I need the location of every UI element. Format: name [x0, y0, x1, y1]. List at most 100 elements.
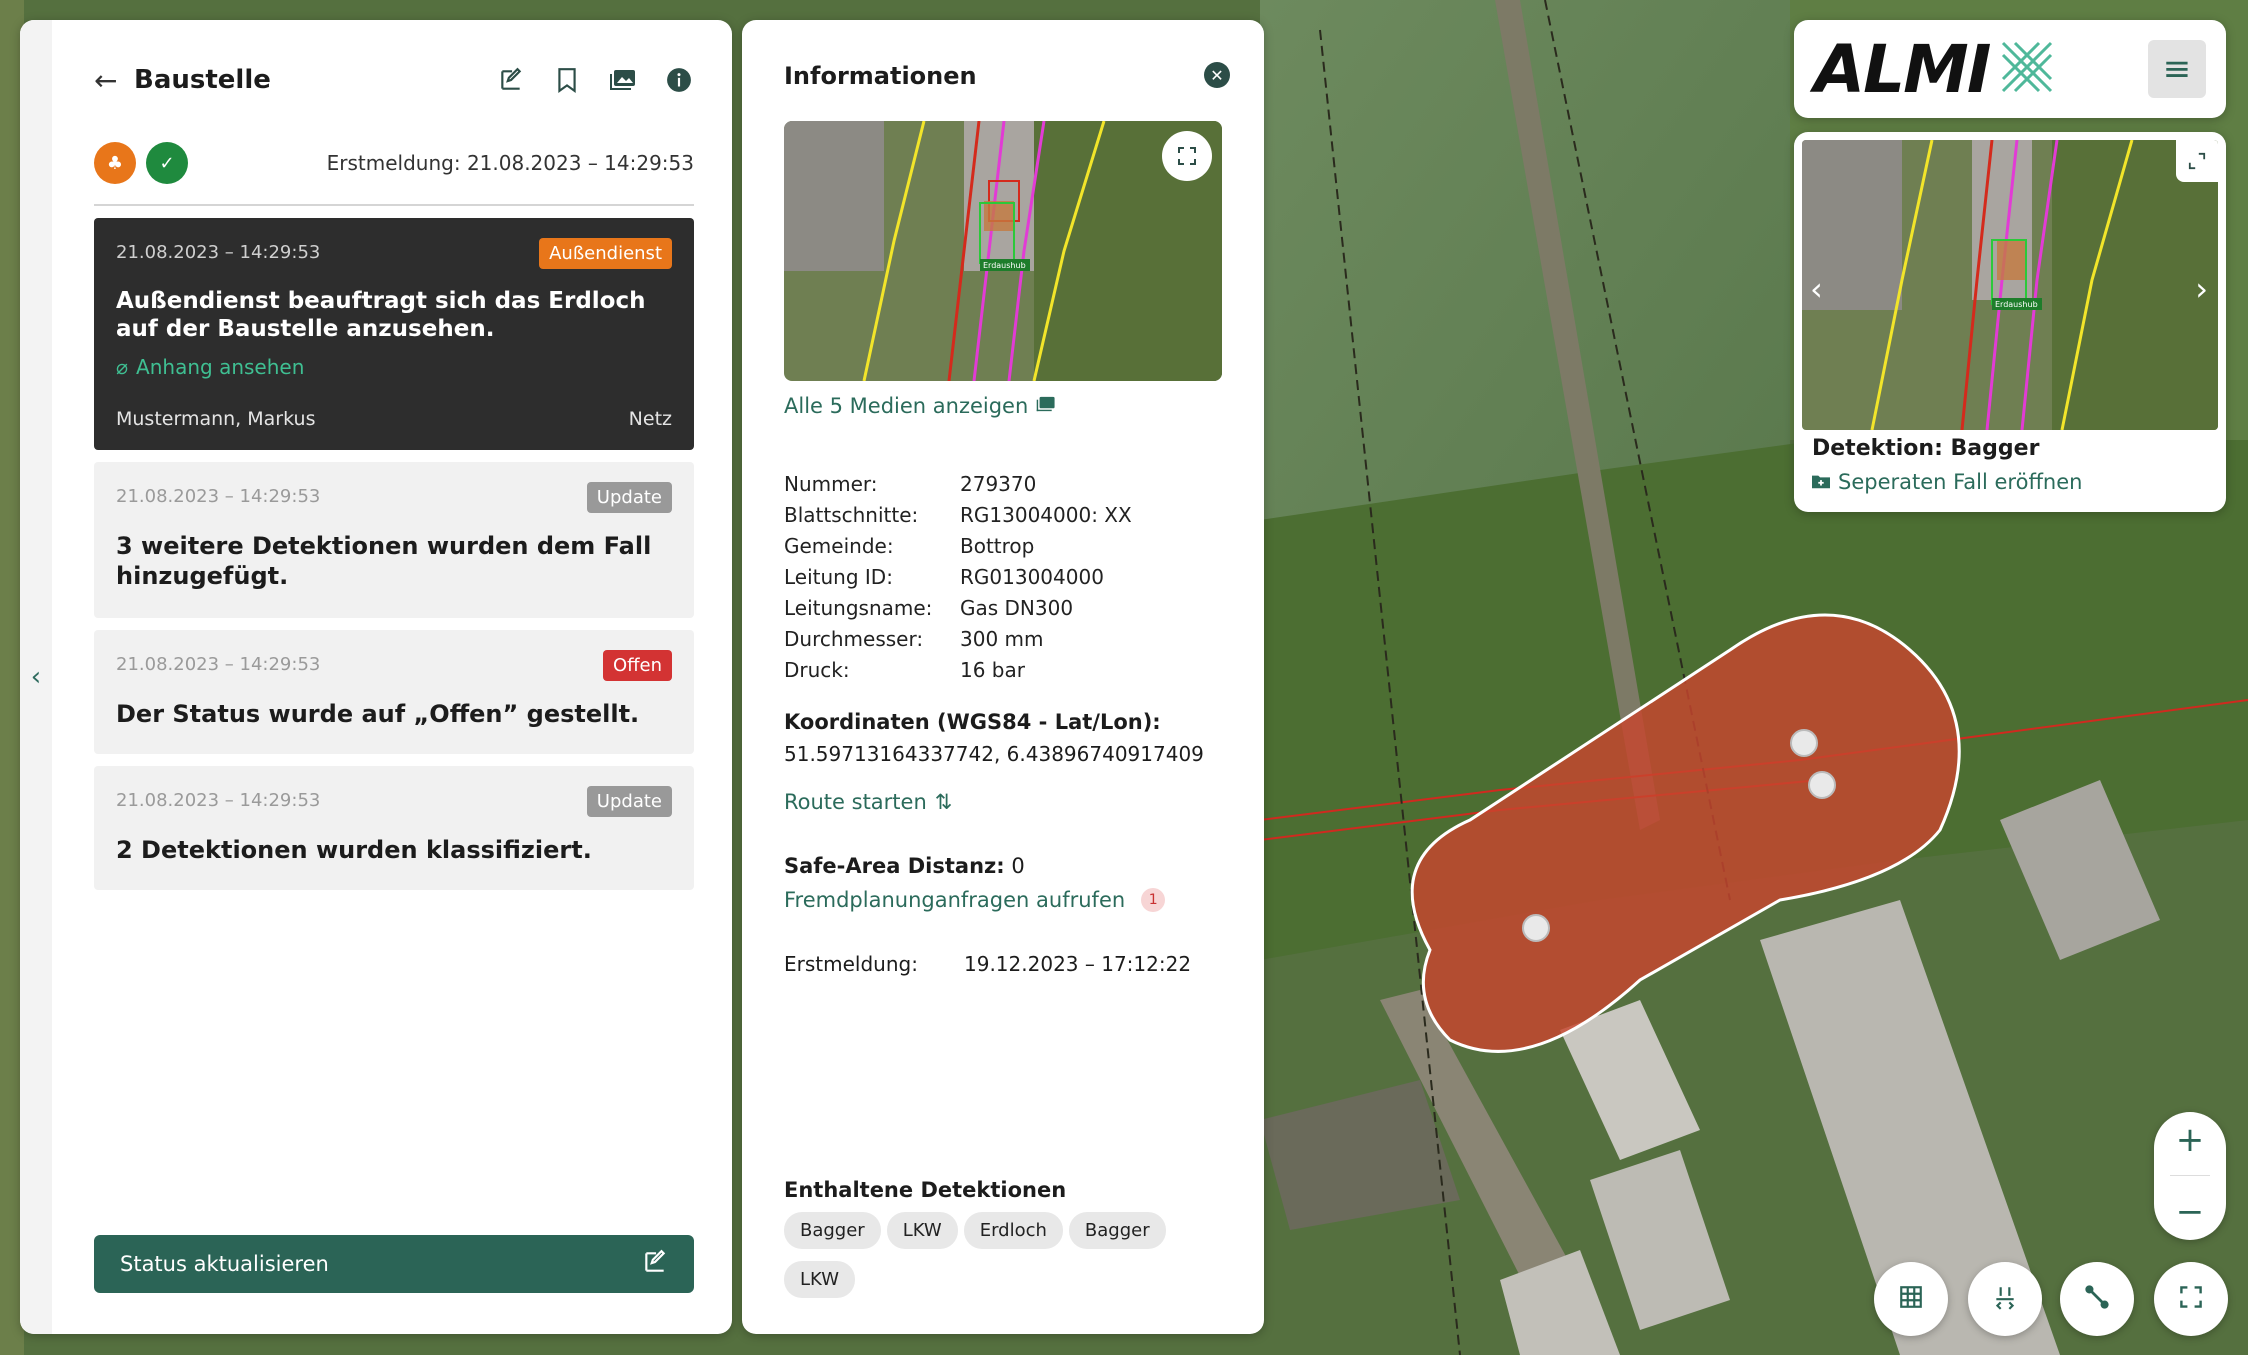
info-value: 16 bar [960, 658, 1025, 682]
safe-area-label: Safe-Area Distanz: [784, 854, 1005, 878]
case-panel: ‹ ← Baustelle ♣ ✓ Erstmeldung: 21.08.202… [20, 20, 732, 1334]
all-media-label: Alle 5 Medien anzeigen [784, 394, 1029, 418]
first-report-label: Erstmeldung: [784, 952, 918, 976]
detection-chip[interactable]: Erdloch [963, 1212, 1063, 1249]
info-row: Leitung ID: RG013004000 [784, 565, 1222, 596]
measure-icon [2084, 1284, 2110, 1314]
grid-icon [1898, 1284, 1924, 1314]
chevron-right-icon[interactable]: › [2195, 270, 2208, 308]
entry-badge: Offen [602, 650, 672, 681]
info-row: Leitungsname: Gas DN300 [784, 596, 1222, 627]
compare-button[interactable] [1968, 1262, 2042, 1336]
expand-icon[interactable] [2176, 140, 2218, 182]
coords-label: Koordinaten (WGS84 - Lat/Lon): [784, 710, 1161, 734]
timeline-entry[interactable]: 21.08.2023 – 14:29:53 Offen Der Status w… [94, 630, 694, 754]
info-panel: Informationen ✕ Erdaushub Alle 5 Medien … [742, 20, 1264, 1334]
field-service-status-icon: ♣ [94, 142, 136, 184]
zoom-in-icon[interactable]: + [2176, 1120, 2205, 1160]
attachment-link[interactable]: ⌀ Anhang ansehen [116, 355, 672, 379]
zoom-controls: + − [2154, 1112, 2226, 1240]
status-row: ♣ ✓ Erstmeldung: 21.08.2023 – 14:29:53 [94, 142, 694, 184]
info-row: Nummer: 279370 [784, 472, 1222, 503]
chevron-left-icon[interactable]: ‹ [31, 662, 41, 692]
safe-area-distance: Safe-Area Distanz: 0 [784, 854, 1025, 878]
info-value: RG013004000 [960, 565, 1104, 589]
fullscreen-icon [2179, 1285, 2203, 1313]
info-title: Informationen [784, 62, 977, 90]
chevron-left-icon[interactable]: ‹ [1810, 270, 1823, 308]
collapse-panel-rail[interactable]: ‹ [20, 20, 52, 1334]
entry-badge: Update [586, 786, 672, 817]
brand-card: ALMI ≡ [1794, 20, 2226, 118]
info-key: Durchmesser: [784, 627, 924, 651]
case-title: Baustelle [134, 65, 271, 95]
hamburger-icon: ≡ [2162, 49, 2192, 89]
open-separate-case-link[interactable]: Seperaten Fall eröffnen [1812, 470, 2082, 494]
info-row: Blattschnitte: RG13004000: XX [784, 503, 1222, 534]
all-media-link[interactable]: Alle 5 Medien anzeigen [784, 394, 1056, 418]
swap-icon [1992, 1284, 2018, 1314]
menu-button[interactable]: ≡ [2148, 40, 2206, 98]
info-key: Druck: [784, 658, 850, 682]
info-value: RG13004000: XX [960, 503, 1132, 527]
gallery-icon [1036, 394, 1056, 418]
info-table: Nummer: 279370 Blattschnitte: RG13004000: … [784, 472, 1222, 689]
divider [94, 204, 694, 206]
detection-chip[interactable]: LKW [784, 1261, 855, 1298]
measure-button[interactable] [2060, 1262, 2134, 1336]
info-key: Nummer: [784, 472, 878, 496]
check-status-icon: ✓ [146, 142, 188, 184]
media-thumbnail[interactable]: Erdaushub [784, 121, 1222, 381]
update-status-button[interactable]: Status aktualisieren [94, 1235, 694, 1293]
safe-area-value: 0 [1011, 854, 1025, 878]
entry-department: Netz [628, 408, 672, 430]
detection-chips: Bagger LKW Erdloch Bagger LKW [784, 1212, 1222, 1298]
detections-heading: Enthaltene Detektionen [784, 1178, 1067, 1202]
arrow-left-icon[interactable]: ← [94, 64, 134, 97]
detection-card: Erdaushub ‹ › Detektion: Bagger Seperate… [1794, 132, 2226, 512]
detection-title: Detektion: Bagger [1812, 436, 2040, 461]
detection-chip[interactable]: Bagger [784, 1212, 881, 1249]
zoom-out-icon[interactable]: − [2176, 1192, 2205, 1232]
first-report-timestamp: Erstmeldung: 21.08.2023 – 14:29:53 [326, 151, 694, 175]
first-report-row: Erstmeldung: 19.12.2023 – 17:12:22 [784, 952, 1191, 976]
case-header: ← Baustelle [94, 58, 694, 102]
route-icon: ⇅ [934, 790, 953, 814]
edit-icon[interactable] [496, 65, 526, 95]
attachment-link-label: Anhang ansehen [136, 355, 305, 379]
coords-value: 51.59713164337742, 6.43896740917409 [784, 742, 1204, 766]
detection-chip[interactable]: Bagger [1068, 1212, 1166, 1249]
info-row: Gemeinde: Bottrop [784, 534, 1222, 565]
entry-message: Der Status wurde auf „Offen” gestellt. [116, 700, 640, 728]
gallery-icon[interactable] [608, 65, 638, 95]
timeline-entry[interactable]: 21.08.2023 – 14:29:53 Update 3 weitere D… [94, 462, 694, 618]
entry-message: Außendienst beauftragt sich das Erdloch … [116, 288, 646, 342]
info-row: Durchmesser: 300 mm [784, 627, 1222, 658]
update-status-label: Status aktualisieren [120, 1252, 329, 1276]
close-icon[interactable]: ✕ [1204, 62, 1230, 88]
timeline-entry[interactable]: 21.08.2023 – 14:29:53 Update 2 Detektion… [94, 766, 694, 890]
expand-icon[interactable] [1162, 131, 1212, 181]
info-value: 279370 [960, 472, 1037, 496]
info-icon[interactable] [664, 65, 694, 95]
info-key: Leitungsname: [784, 596, 933, 620]
bookmark-icon[interactable] [552, 65, 582, 95]
fullscreen-button[interactable] [2154, 1262, 2228, 1336]
zoom-divider [2170, 1175, 2210, 1177]
start-route-link[interactable]: Route starten ⇅ [784, 790, 952, 814]
detection-image[interactable]: Erdaushub ‹ › [1802, 140, 2218, 430]
brand-x-icon [1999, 39, 2055, 99]
third-party-requests-link[interactable]: Fremdplanunganfragen aufrufen 1 [784, 888, 1166, 912]
detection-chip[interactable]: LKW [886, 1212, 958, 1249]
entry-badge: Update [586, 482, 672, 513]
entry-badge: Außendienst [539, 238, 672, 269]
info-value: Gas DN300 [960, 596, 1074, 620]
entry-author: Mustermann, Markus [116, 408, 316, 430]
grid-layer-button[interactable] [1874, 1262, 1948, 1336]
info-key: Leitung ID: [784, 565, 893, 589]
entry-message: 2 Detektionen wurden klassifiziert. [116, 836, 592, 864]
open-separate-case-label: Seperaten Fall eröffnen [1838, 470, 2083, 494]
info-value: Bottrop [960, 534, 1035, 558]
timeline-entry[interactable]: 21.08.2023 – 14:29:53 Außendienst Außend… [94, 218, 694, 450]
info-row: Druck: 16 bar [784, 658, 1222, 689]
